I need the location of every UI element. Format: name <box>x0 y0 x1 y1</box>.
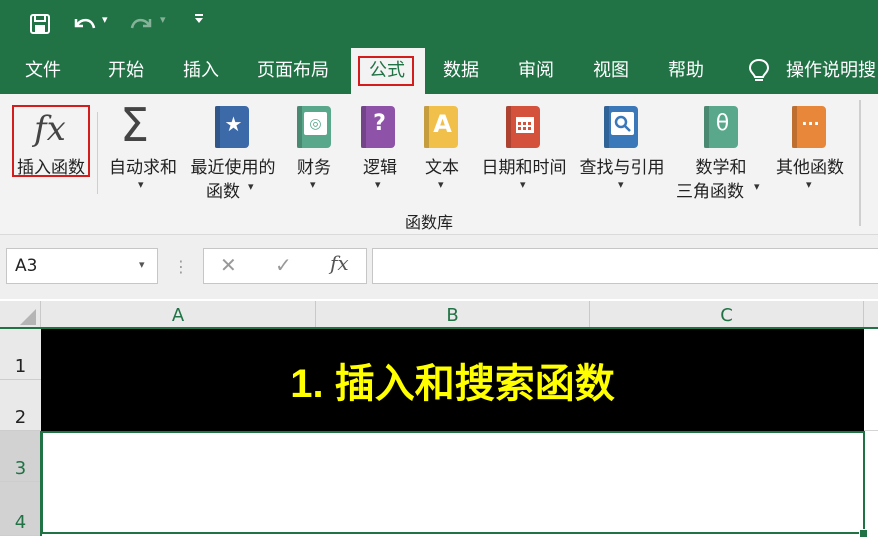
formula-bar-resize-handle[interactable]: ⋮ <box>173 257 189 276</box>
more-book-icon: ··· <box>792 106 826 148</box>
lightbulb-icon[interactable] <box>748 58 770 88</box>
math-trig-label-2: 三角函数 <box>676 182 744 202</box>
row-header-2[interactable]: 2 <box>0 380 41 431</box>
redo-icon[interactable] <box>126 10 156 38</box>
tab-data[interactable]: 数据 <box>443 48 479 94</box>
name-box[interactable]: A3 ▾ <box>6 248 158 284</box>
tab-view[interactable]: 视图 <box>593 48 629 94</box>
recently-used-button[interactable]: ★ 最近使用的 函数 ▾ <box>186 100 280 202</box>
tab-insert[interactable]: 插入 <box>183 48 219 94</box>
enter-icon[interactable]: ✓ <box>275 253 292 277</box>
tell-me-search[interactable]: 操作说明搜 <box>786 48 876 94</box>
formula-input[interactable] <box>372 248 878 284</box>
formula-bar-buttons: ✕ ✓ fx <box>203 248 367 284</box>
star-book-icon: ★ <box>215 106 249 148</box>
chevron-down-icon: ▾ <box>806 178 812 191</box>
tab-help[interactable]: 帮助 <box>668 48 704 94</box>
theta-book-icon: θ <box>704 106 738 148</box>
column-header-b[interactable]: B <box>316 301 590 328</box>
chevron-down-icon: ▾ <box>754 180 760 193</box>
formulas-tab-highlight <box>358 56 414 86</box>
logical-label: 逻辑 <box>363 158 397 178</box>
undo-dropdown-icon[interactable]: ▾ <box>102 13 108 26</box>
row-header-1[interactable]: 1 <box>0 329 41 380</box>
chevron-down-icon: ▾ <box>375 178 381 191</box>
select-all-corner[interactable] <box>0 301 41 328</box>
date-time-label: 日期和时间 <box>481 158 567 178</box>
recently-used-label-2: 函数 <box>206 182 240 202</box>
cancel-icon[interactable]: ✕ <box>220 253 237 277</box>
more-functions-button[interactable]: ··· 其他函数 ▾ <box>772 100 848 196</box>
function-library-group-label: 函数库 <box>404 213 453 232</box>
ribbon-group-separator <box>859 100 861 226</box>
sigma-icon: Σ <box>120 98 150 152</box>
chevron-down-icon: ▾ <box>310 178 316 191</box>
tab-page-layout[interactable]: 页面布局 <box>257 48 329 94</box>
column-header-c[interactable]: C <box>590 301 864 328</box>
date-time-button[interactable]: 日期和时间 ▾ <box>476 100 572 196</box>
chevron-down-icon[interactable]: ▾ <box>139 258 145 271</box>
chevron-down-icon: ▾ <box>438 178 444 191</box>
column-header-d[interactable] <box>864 301 878 328</box>
undo-icon[interactable] <box>70 10 100 38</box>
chevron-down-icon: ▾ <box>618 178 624 191</box>
autosum-button[interactable]: Σ 自动求和 ▾ <box>104 98 182 196</box>
row-header-3[interactable]: 3 <box>0 431 41 482</box>
financial-button[interactable]: ◎ 财务 ▾ <box>290 100 338 196</box>
ribbon-separator <box>97 112 98 194</box>
cell-d1[interactable] <box>864 329 878 431</box>
financial-label: 财务 <box>297 158 331 178</box>
question-book-icon: ? <box>361 106 395 148</box>
chevron-down-icon: ▾ <box>520 178 526 191</box>
logical-button[interactable]: ? 逻辑 ▾ <box>356 100 404 196</box>
title-merged-cell[interactable]: 1. 插入和搜索函数 <box>41 329 864 431</box>
name-box-value: A3 <box>15 256 38 276</box>
math-trig-label-1: 数学和 <box>695 158 747 178</box>
more-functions-label: 其他函数 <box>776 158 844 178</box>
column-header-a[interactable]: A <box>41 301 316 328</box>
autosum-label: 自动求和 <box>109 158 177 178</box>
chevron-down-icon: ▾ <box>138 178 144 191</box>
calendar-book-icon <box>506 106 540 148</box>
math-trig-button[interactable]: θ 数学和 三角函数 ▾ <box>674 100 768 202</box>
tab-review[interactable]: 审阅 <box>518 48 554 94</box>
coins-book-icon: ◎ <box>297 106 331 148</box>
customize-dropdown-icon[interactable] <box>193 11 205 29</box>
lookup-reference-button[interactable]: 查找与引用 ▾ <box>574 100 670 196</box>
quick-access-toolbar: ▾ ▾ <box>0 0 878 48</box>
text-book-icon: A <box>424 106 458 148</box>
tab-file[interactable]: 文件 <box>25 48 61 94</box>
insert-function-label: 插入函数 <box>17 158 85 178</box>
save-icon[interactable] <box>26 10 54 38</box>
fx-icon: fx <box>34 109 66 149</box>
lookup-reference-label: 查找与引用 <box>579 158 665 178</box>
redo-dropdown-icon[interactable]: ▾ <box>160 13 166 26</box>
text-functions-button[interactable]: A 文本 ▾ <box>418 100 466 196</box>
chevron-down-icon: ▾ <box>248 180 254 193</box>
tab-home[interactable]: 开始 <box>108 48 144 94</box>
text-functions-label: 文本 <box>425 158 459 178</box>
row-header-4[interactable]: 4 <box>0 482 41 536</box>
insert-function-icon[interactable]: fx <box>330 251 349 275</box>
title-cell-text: 1. 插入和搜索函数 <box>290 362 615 406</box>
magnifier-book-icon <box>604 106 638 148</box>
selected-cell-a3[interactable] <box>41 431 865 534</box>
recently-used-label-1: 最近使用的 <box>190 158 276 178</box>
insert-function-button[interactable]: fx 插入函数 <box>12 105 90 178</box>
fill-handle[interactable] <box>859 529 868 538</box>
